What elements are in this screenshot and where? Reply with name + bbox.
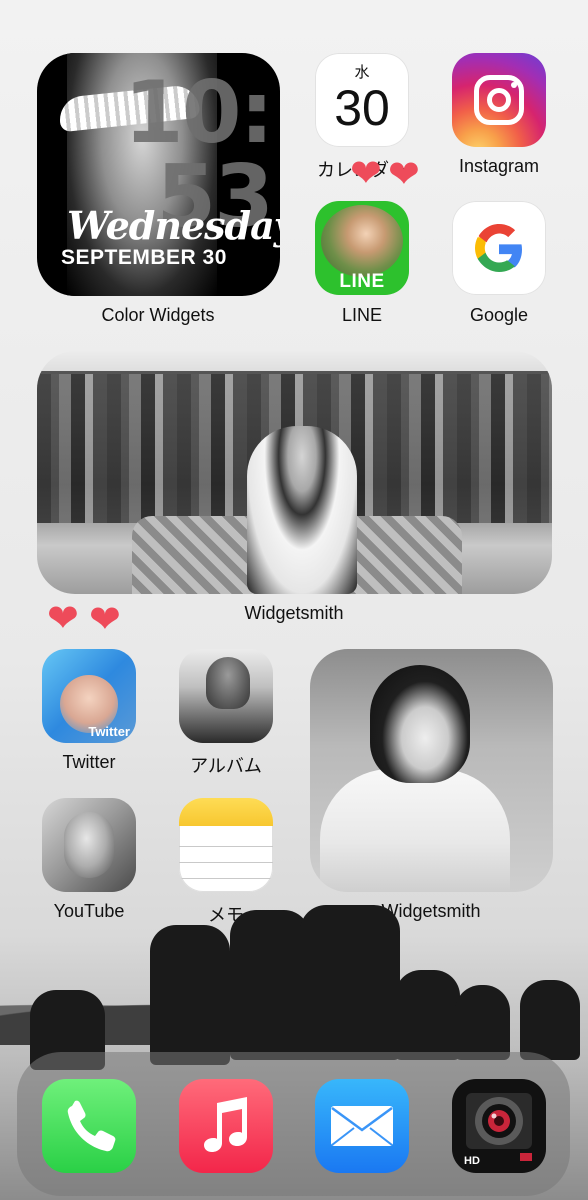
notes-line: [179, 878, 273, 879]
hd-badge: HD: [464, 1155, 480, 1167]
twitter-badge-text: Twitter: [88, 724, 130, 739]
line-app-icon[interactable]: LINE: [315, 201, 409, 295]
line-badge-text: LINE: [339, 271, 385, 292]
album-icon-photo: [206, 657, 250, 709]
music-note-icon: [204, 1097, 247, 1152]
album-app-icon[interactable]: [179, 649, 273, 743]
heart-icon: ❤: [388, 154, 420, 196]
widgetsmith-wide-label: Widgetsmith: [244, 603, 344, 623]
wallpaper-figure: [230, 910, 310, 1060]
twitter-app-icon[interactable]: Twitter: [42, 649, 136, 743]
instagram-label: Instagram: [458, 156, 540, 176]
google-app-icon[interactable]: [452, 201, 546, 295]
google-label: Google: [469, 305, 529, 325]
instagram-app-icon[interactable]: [452, 53, 546, 147]
widget-weekday: Wednesday: [67, 203, 280, 248]
phone-app-icon[interactable]: [42, 1079, 136, 1173]
color-widget[interactable]: 10: 53 Wednesday SEPTEMBER 30: [37, 53, 280, 296]
wallpaper-figure: [150, 925, 230, 1065]
heart-icon: ❤: [47, 598, 79, 640]
smiling-portrait-photo: [370, 665, 470, 783]
twitter-label: Twitter: [62, 752, 116, 772]
google-g-icon: [475, 224, 522, 272]
calendar-day-number: 30: [334, 80, 390, 136]
youtube-icon-photo: [64, 812, 114, 878]
notes-header-bar: [179, 798, 273, 826]
white-jacket-photo: [320, 769, 510, 892]
camera-lens-icon: [487, 88, 511, 112]
youtube-app-icon[interactable]: [42, 798, 136, 892]
heart-icon: ❤: [89, 599, 121, 641]
widgetsmith-wide-widget[interactable]: [37, 351, 552, 594]
widget-date: SEPTEMBER 30: [61, 246, 227, 269]
seated-person-photo: [247, 426, 357, 594]
notes-app-icon[interactable]: [179, 798, 273, 892]
clock-hours: 10:: [123, 63, 274, 163]
camera-flash-dot: [511, 82, 517, 88]
envelope-icon: [331, 1106, 393, 1146]
color-widgets-label: Color Widgets: [101, 305, 215, 325]
notes-line: [179, 846, 273, 847]
hd-camera-app-icon[interactable]: HD: [452, 1079, 546, 1173]
wallpaper-figure: [455, 985, 510, 1060]
music-app-icon[interactable]: [179, 1079, 273, 1173]
wallpaper-figure: [395, 970, 460, 1060]
line-icon-photo: [321, 205, 403, 277]
widgetsmith-square-widget[interactable]: [310, 649, 553, 892]
notes-line: [179, 862, 273, 863]
album-label: アルバム: [190, 756, 262, 776]
rack-bar: [37, 371, 552, 374]
phone-handset-icon: [67, 1100, 116, 1152]
wallpaper-figure: [520, 980, 580, 1060]
heart-icon: ❤: [350, 153, 382, 195]
wallpaper-figure: [300, 905, 400, 1060]
line-label: LINE: [341, 305, 383, 325]
mail-app-icon[interactable]: [315, 1079, 409, 1173]
calendar-app-icon[interactable]: 水 30: [315, 53, 409, 147]
youtube-label: YouTube: [53, 901, 125, 921]
